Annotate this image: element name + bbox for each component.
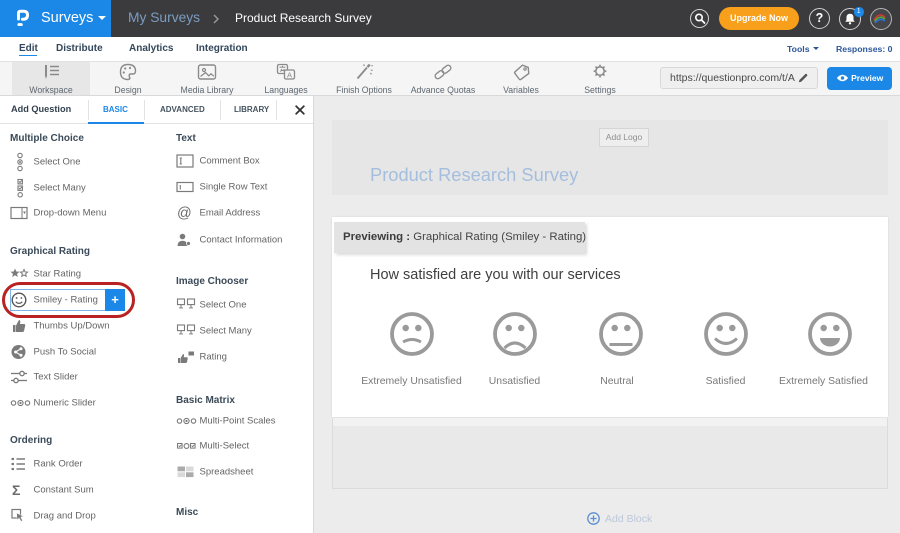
svg-text:Σ: Σ [12, 482, 20, 498]
svg-text:@: @ [177, 206, 192, 222]
svg-text:A: A [287, 70, 292, 79]
